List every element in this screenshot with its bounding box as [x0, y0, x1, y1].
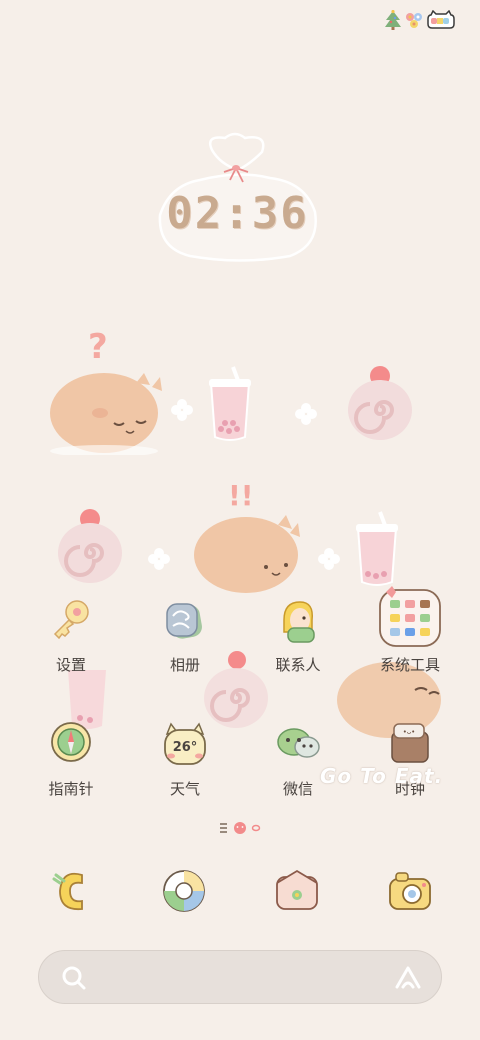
svg-text:!!: !!: [228, 479, 254, 512]
app-label: 指南针: [48, 780, 94, 798]
bubble-tea-icon-2: [356, 511, 398, 586]
folder-system-tools[interactable]: 系统工具: [355, 586, 465, 718]
search-bar[interactable]: [38, 950, 442, 1004]
status-bar: [0, 0, 480, 36]
sparkle-icon: [171, 399, 193, 421]
app-label: 系统工具: [379, 656, 440, 674]
temperature-badge: 26°: [173, 740, 198, 755]
clock-icon: •ᴗ•: [391, 723, 429, 763]
sparkle-icon-3: [148, 548, 170, 570]
app-label: 相册: [169, 656, 200, 674]
search-icon[interactable]: [61, 965, 87, 991]
app-compass[interactable]: 指南针: [16, 722, 126, 842]
swiss-roll-icon: [348, 366, 412, 440]
christmas-tree-icon: [385, 10, 401, 30]
bun-cat-icon: !!: [194, 479, 300, 593]
list-view-icon: [220, 823, 227, 833]
phone-icon[interactable]: [48, 867, 96, 915]
question-mark-icon: ?: [50, 327, 162, 455]
settings-icon: [53, 600, 89, 640]
app-settings[interactable]: 设置: [16, 598, 126, 718]
app-label: 天气: [169, 780, 200, 798]
svg-text:•ᴗ•: •ᴗ•: [403, 728, 416, 736]
clock-time: 02:36: [166, 188, 309, 239]
app-gallery[interactable]: 相册: [130, 598, 240, 718]
swiss-roll-icon-2: [58, 509, 122, 583]
flowers-icon: [406, 13, 422, 28]
contacts-icon: [283, 601, 315, 643]
app-contacts[interactable]: 联系人: [243, 598, 353, 718]
svg-text:?: ?: [88, 327, 108, 367]
sparkle-icon-4: [318, 548, 340, 570]
gallery-icon: [166, 603, 202, 639]
system-tools-folder-icon: [379, 586, 441, 647]
app-label: 联系人: [275, 656, 321, 674]
messages-icon[interactable]: [273, 867, 321, 915]
assistant-icon[interactable]: [393, 963, 423, 993]
wallpaper-caption: Go To Eat.: [320, 764, 444, 788]
battery-icon: [427, 10, 455, 29]
bubble-tea-icon: [209, 366, 251, 441]
clock-widget[interactable]: 02:36: [150, 130, 325, 265]
compass-icon: [51, 722, 91, 762]
app-label: 设置: [55, 656, 86, 674]
sparkle-icon-2: [295, 403, 317, 425]
weather-icon: 26°: [164, 722, 206, 765]
page-indicator[interactable]: [210, 820, 270, 836]
camera-icon[interactable]: [386, 867, 434, 915]
browser-icon[interactable]: [160, 867, 208, 915]
wechat-icon: [277, 728, 320, 758]
